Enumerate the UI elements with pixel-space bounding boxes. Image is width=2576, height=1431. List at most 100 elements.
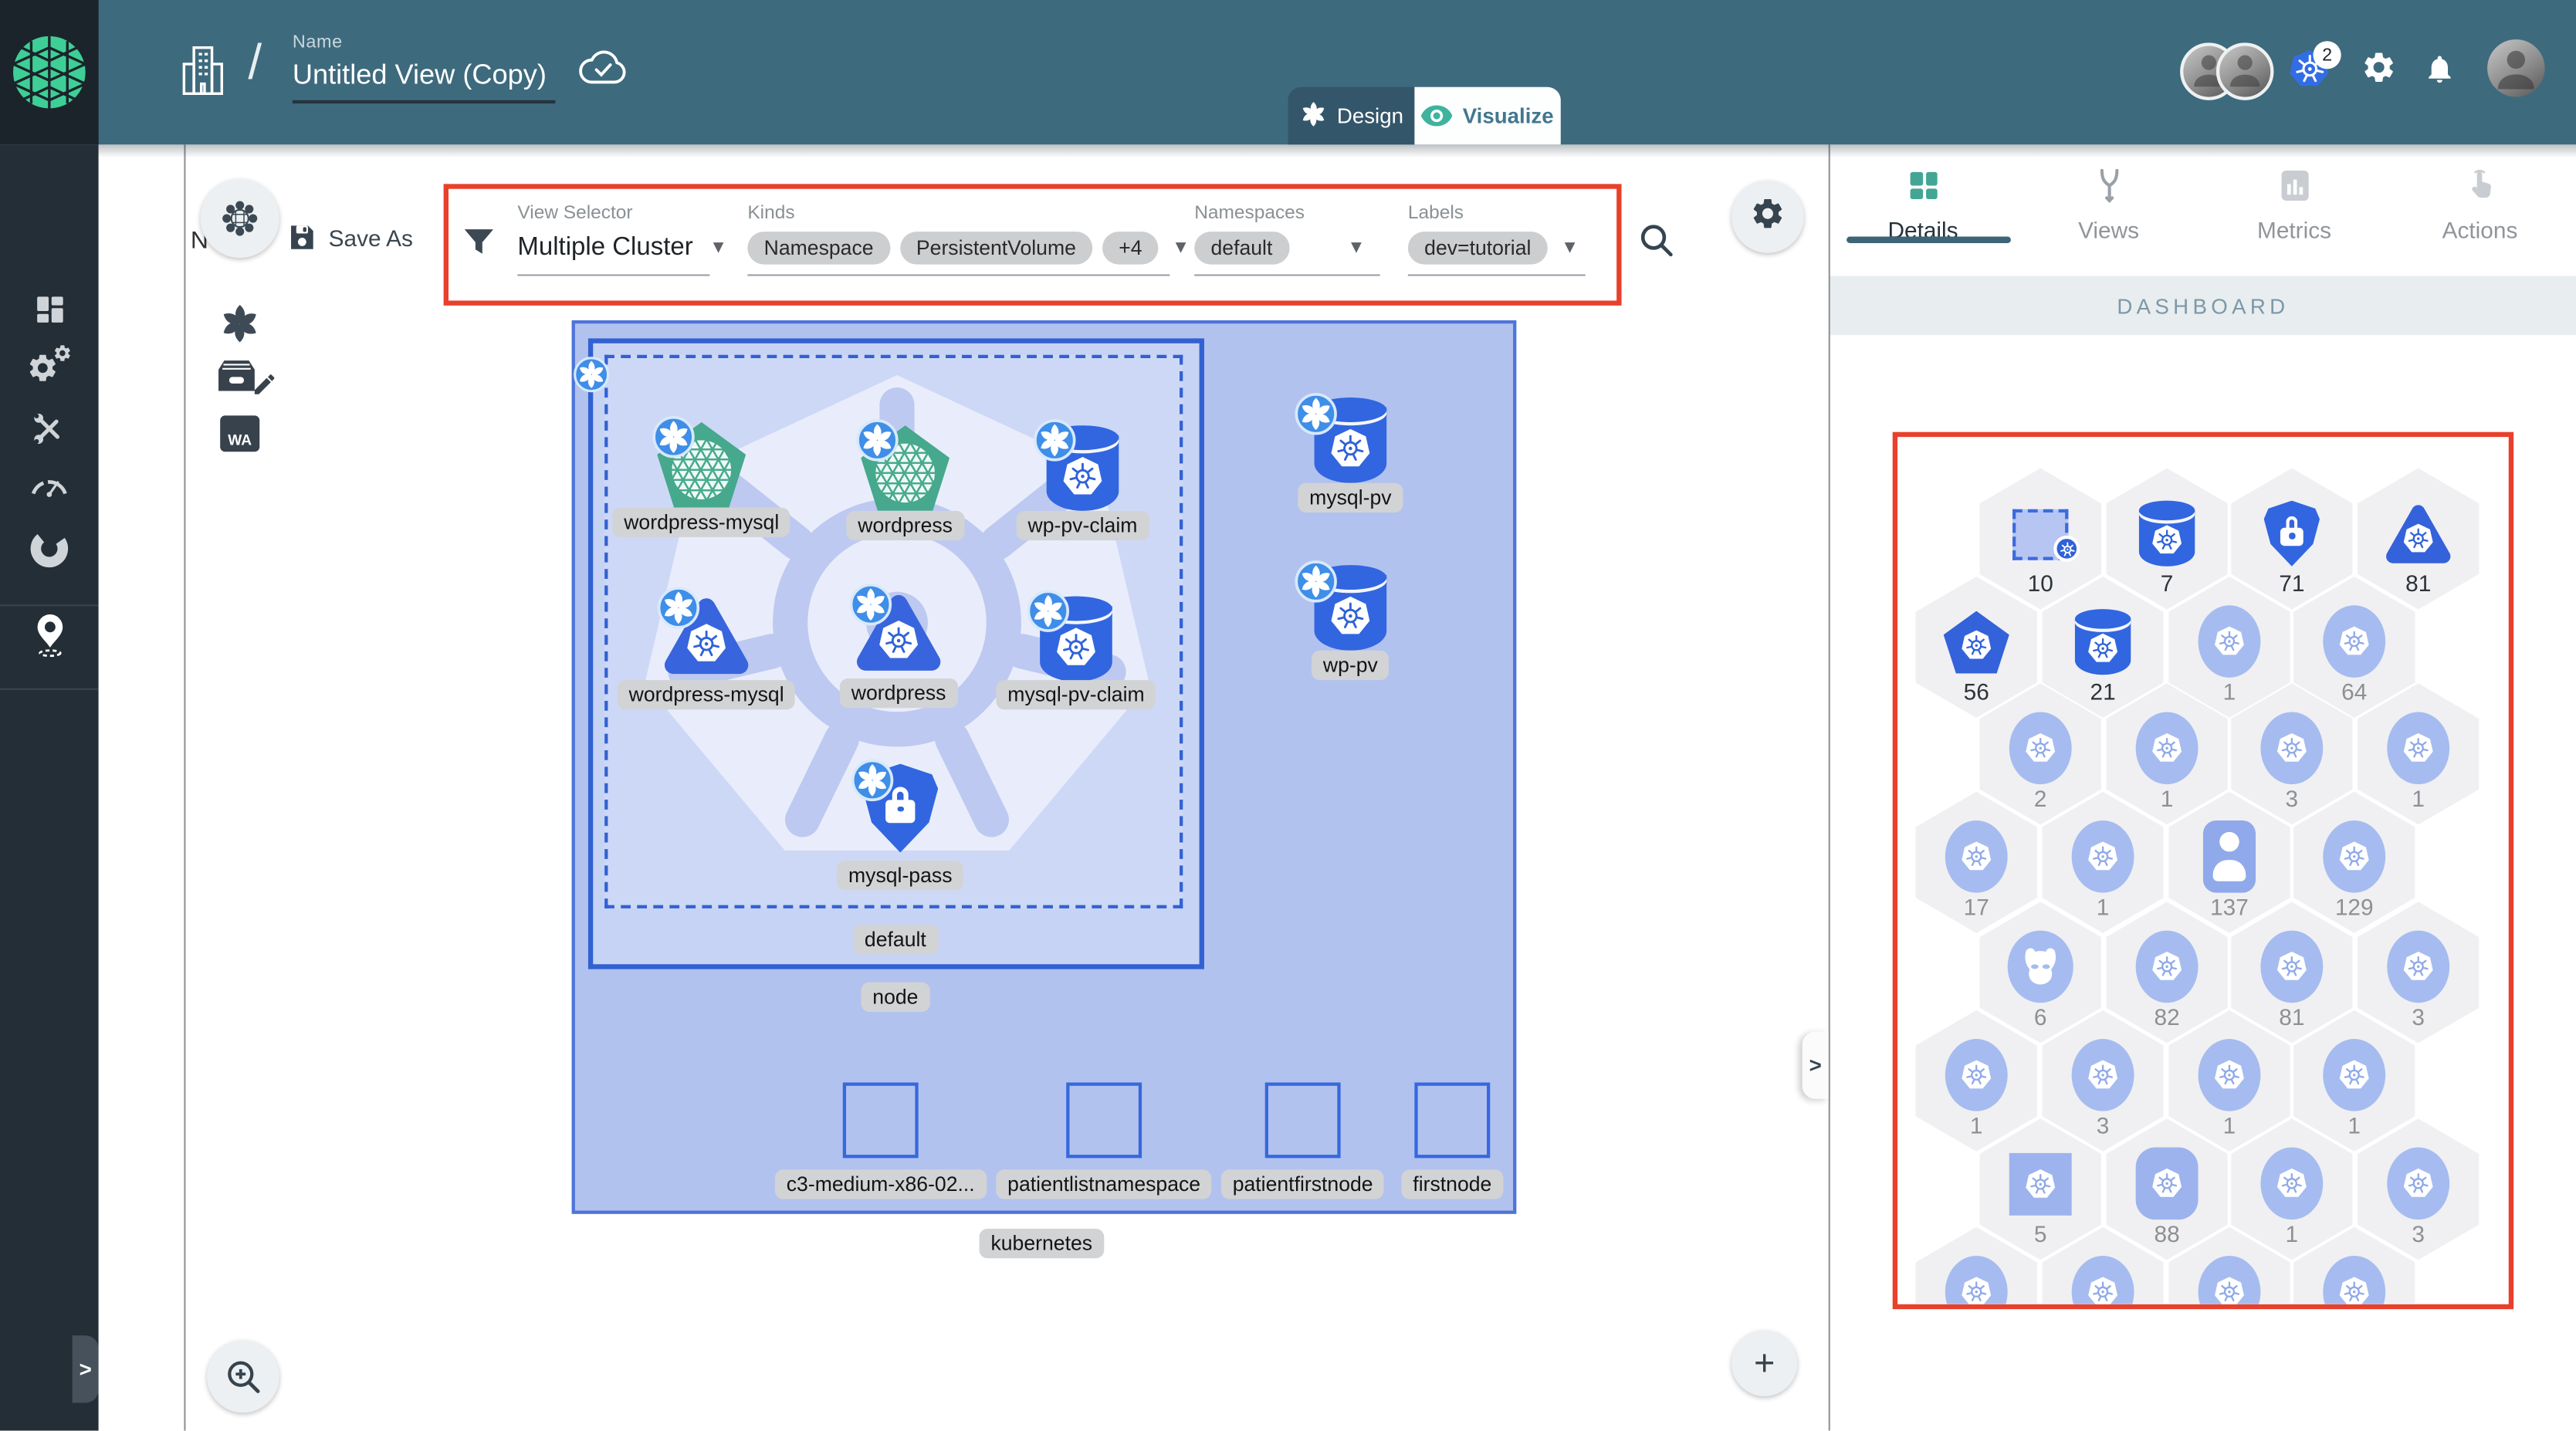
actions-pointer-icon [2471,169,2490,198]
tab-visualize-label: Visualize [1462,103,1554,128]
app-header: / Name Untitled View (Copy) Design Visua… [0,0,2576,145]
meshery-logo[interactable] [0,0,99,145]
tab-views[interactable]: Views [2016,144,2201,243]
oval-icon [2387,930,2450,1003]
kind-chip[interactable]: Namespace [747,232,890,265]
roundsquare-icon [2135,1147,2199,1220]
design-spiral-tool-icon[interactable] [218,303,261,354]
labels-filter-group: Labels dev=tutorial ▼ [1407,204,1586,276]
square-icon [2009,1152,2072,1216]
shapes-fab-button[interactable] [200,178,279,259]
label-chip[interactable]: dev=tutorial [1407,232,1548,265]
host-label: patientlistnamespace [996,1169,1213,1199]
tab-actions[interactable]: Actions [2387,144,2572,243]
tab-details[interactable]: Details [1830,144,2016,243]
oval-icon [2387,1147,2450,1220]
daemon-icon [2007,930,2073,1003]
namespaces-label: Namespaces [1194,203,1305,224]
tab-design-label: Design [1336,103,1403,128]
oval-icon [2198,1255,2261,1304]
kind-chip[interactable]: +4 [1102,232,1159,265]
wrenches-icon [34,413,60,444]
add-node-button[interactable]: + [1731,1330,1798,1396]
oval-icon [2323,1255,2386,1304]
speedometer-icon [31,480,67,497]
notifications-bell-icon[interactable] [2423,51,2456,87]
edit-pencil-icon[interactable] [252,371,278,398]
sidebar-item-extensions[interactable] [0,529,99,568]
hex-cell-oval[interactable]: 17 [1915,791,2037,933]
view-name-input[interactable]: Untitled View (Copy) [293,59,547,93]
oval-icon [2387,712,2450,785]
host-node-patientfirstnode[interactable] [1264,1082,1341,1159]
kind-chip[interactable]: PersistentVolume [899,232,1093,265]
meshery-logo-icon [12,36,86,109]
sidebar-item-environment[interactable] [0,613,99,658]
dashboard-honeycomb: 10 7 71 81 56 21 1 64 2 1 3 1 17 1 137 129… [1892,431,2514,1310]
zoom-in-button[interactable] [207,1340,279,1413]
save-as-label: Save As [328,224,413,251]
chevron-down-icon[interactable]: ▼ [709,238,727,259]
node-label: wordpress-mysql [612,507,791,537]
host-node-firstnode[interactable] [1414,1082,1491,1159]
save-as-button[interactable]: Save As [286,222,413,252]
sidebar-item-performance[interactable] [0,472,99,498]
oval-icon [1945,1255,2008,1304]
tab-actions-label: Actions [2442,216,2518,243]
collaborator-avatar[interactable] [2215,42,2274,100]
oval-icon [2198,1039,2261,1111]
node-label: mysql-pv [1298,482,1403,513]
chevron-down-icon[interactable]: ▼ [1172,238,1190,259]
save-floppy-icon [291,225,313,249]
tool-strip: WA > [98,144,275,1431]
filter-funnel-icon [464,229,493,254]
main-sidebar: > ? v0.7.73 [0,144,99,1431]
panel-divider [1828,144,1830,1431]
node-label: wordpress [846,510,964,541]
canvas-settings-button[interactable] [1731,181,1804,253]
hex-cell-oval[interactable]: 3 [2357,902,2480,1044]
view-selector-value[interactable]: Multiple Cluster [517,233,692,262]
sidebar-item-dashboard[interactable] [0,293,99,327]
search-icon[interactable] [1637,220,1676,259]
field-underline [1407,274,1586,276]
field-underline [1194,274,1380,276]
active-tab-indicator [1847,236,2011,243]
wasm-tool-icon[interactable]: WA [220,415,260,452]
dashboard-grid-icon [36,296,63,323]
hex-cell-triangle[interactable]: 81 [2357,468,2480,610]
tab-design[interactable]: Design [1288,86,1415,145]
hex-cell-oval[interactable]: 3 [2357,1118,2480,1260]
meshery-operator-badge [652,415,695,466]
host-node-patientlistnamespace[interactable] [1066,1082,1142,1159]
namespace-chip[interactable]: default [1194,232,1289,265]
eye-icon [1421,105,1453,127]
user-icon [2202,820,2256,893]
details-grid-icon [1909,171,1937,200]
cloud-sync-icon[interactable] [578,48,628,87]
user-avatar[interactable] [2487,39,2545,97]
sidebar-item-lifecycle[interactable] [0,345,99,384]
oval-icon [2135,712,2199,785]
sidebar-item-configuration[interactable] [0,411,99,447]
sidebar-expand-chevron[interactable]: > [72,1335,99,1403]
meshery-operator-badge [856,419,899,470]
meshery-operator-badge [574,357,610,401]
pentagon-icon [1943,611,2009,674]
panel-collapse-chevron[interactable]: > [1802,1031,1829,1099]
settings-gear-icon[interactable] [2361,49,2397,93]
tab-metrics[interactable]: Metrics [2202,144,2387,243]
group-label-kubernetes: kubernetes [979,1228,1105,1259]
location-pin-icon [36,614,63,658]
organization-icon[interactable] [181,44,225,96]
oval-icon [2323,820,2386,893]
node-label: wordpress-mysql [617,680,796,710]
tab-visualize[interactable]: Visualize [1414,86,1561,145]
hex-cell-oval[interactable]: 1 [1915,1010,2037,1152]
host-node-c3-medium-x86-02...[interactable] [842,1082,919,1159]
oval-icon [2135,930,2199,1003]
chevron-down-icon[interactable]: ▼ [1347,238,1365,259]
chevron-down-icon[interactable]: ▼ [1561,238,1579,259]
group-label-default: default [853,925,938,955]
oval-icon [2323,605,2386,678]
